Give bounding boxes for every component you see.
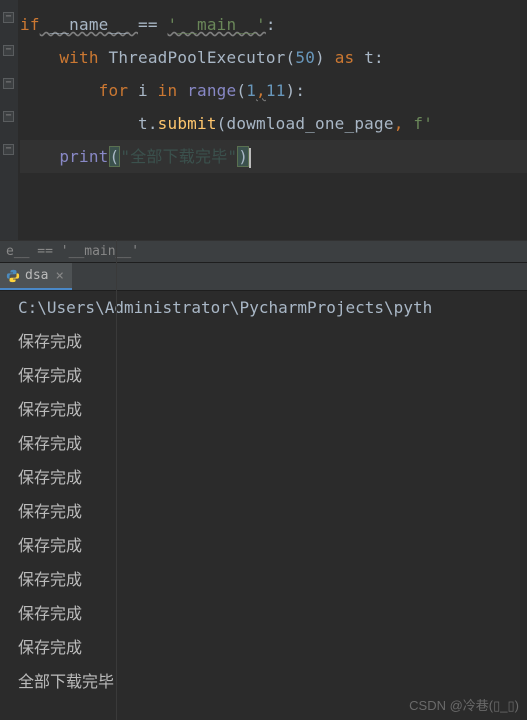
breadcrumb-text: e__ == '__main__'	[6, 244, 139, 259]
watermark: CSDN @冷巷(▯_▯)	[409, 695, 519, 714]
console-line: C:\Users\Administrator\PycharmProjects\p…	[0, 291, 527, 325]
console-line: 保存完成	[0, 461, 527, 495]
console-tab-bar: dsa ×	[0, 263, 527, 291]
console-line: 保存完成	[0, 631, 527, 665]
console-line: 全部下载完毕	[0, 665, 527, 699]
fold-marker-icon[interactable]	[3, 78, 14, 89]
console-line: 保存完成	[0, 563, 527, 597]
code-line[interactable]: with ThreadPoolExecutor(50) as t:	[20, 41, 527, 74]
close-icon[interactable]: ×	[53, 268, 65, 284]
console-line: 保存完成	[0, 325, 527, 359]
fold-marker-icon[interactable]	[3, 144, 14, 155]
console-line: 保存完成	[0, 529, 527, 563]
code-line-current[interactable]: print("全部下载完毕")	[20, 140, 527, 173]
fold-marker-icon[interactable]	[3, 111, 14, 122]
fold-marker-icon[interactable]	[3, 12, 14, 23]
console-line: 保存完成	[0, 597, 527, 631]
console-line: 保存完成	[0, 427, 527, 461]
console-line: 保存完成	[0, 393, 527, 427]
indent-guide	[116, 291, 117, 716]
tab-label: dsa	[25, 268, 48, 283]
code-line[interactable]: t.submit(dowmload_one_page, f'	[20, 107, 527, 140]
code-line[interactable]: for i in range(1,11):	[20, 74, 527, 107]
code-line[interactable]: if __name__ == '__main__':	[20, 8, 527, 41]
console-line: 保存完成	[0, 359, 527, 393]
breadcrumb[interactable]: e__ == '__main__'	[0, 240, 527, 263]
console-line: 保存完成	[0, 495, 527, 529]
code-editor[interactable]: if __name__ == '__main__': with ThreadPo…	[0, 0, 527, 240]
console-output[interactable]: C:\Users\Administrator\PycharmProjects\p…	[0, 291, 527, 716]
text-cursor	[249, 148, 251, 168]
code-content[interactable]: if __name__ == '__main__': with ThreadPo…	[0, 0, 527, 173]
editor-gutter	[0, 0, 18, 240]
python-icon	[6, 269, 20, 283]
console-tab[interactable]: dsa ×	[0, 263, 72, 290]
fold-marker-icon[interactable]	[3, 45, 14, 56]
